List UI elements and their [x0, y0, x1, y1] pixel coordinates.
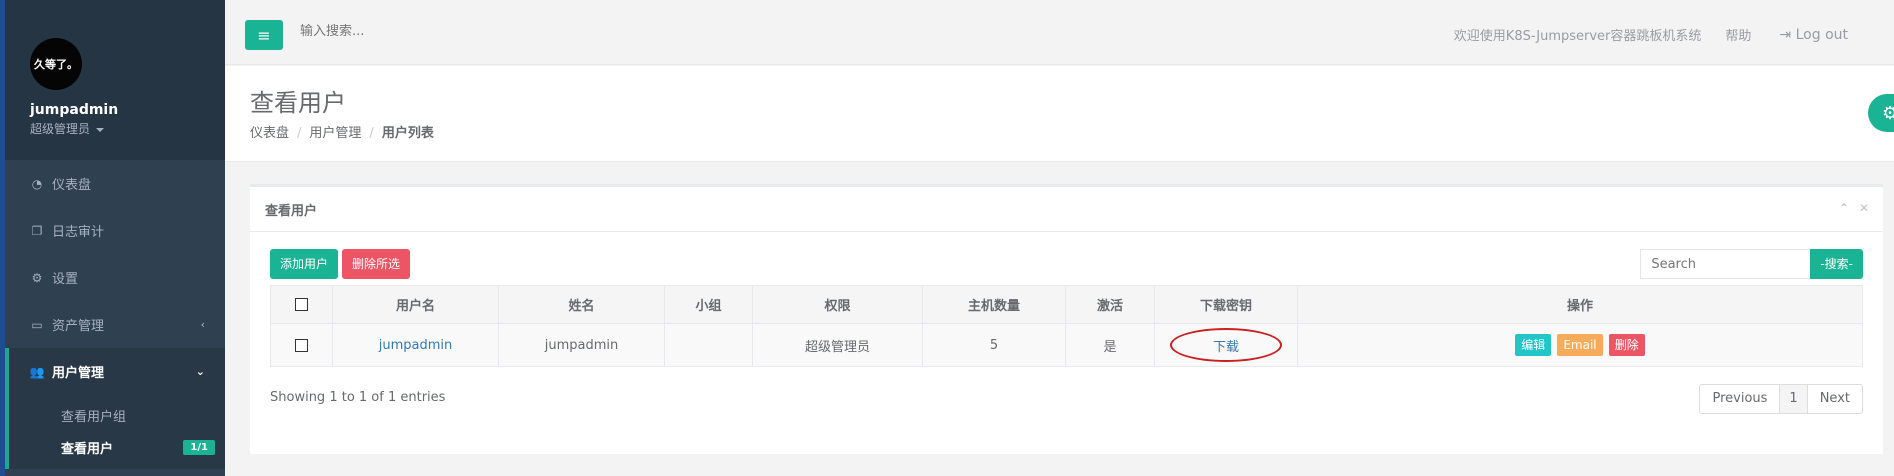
count-badge: 1/1 [183, 439, 215, 455]
caret-down-icon [96, 127, 105, 132]
table-row: jumpadmin jumpadmin 超级管理员 5 是 下载 编辑 Emai… [270, 323, 1863, 367]
column-header-download-key[interactable]: 下载密钥 [1154, 285, 1298, 324]
add-user-button[interactable]: 添加用户 [270, 249, 339, 279]
dashboard-icon: ◔ [31, 176, 43, 191]
sign-out-icon: ⇥ [1779, 26, 1796, 43]
panel-title: 查看用户 [265, 203, 318, 219]
column-header-group[interactable]: 小组 [664, 285, 753, 324]
sidebar-item-asset-management[interactable]: ▭ 资产管理 ‹ [5, 301, 225, 348]
breadcrumb-separator: / [297, 126, 302, 141]
row-select-cell [270, 323, 333, 367]
logout-label: Log out [1795, 26, 1848, 43]
sidebar: 久等了。 jumpadmin 超级管理员 ◔ 仪表盘 ❐ 日志审计 ⚙ 设置 ▭… [5, 0, 225, 476]
breadcrumb-separator: / [369, 126, 374, 141]
sidebar-item-user-management[interactable]: 👥 用户管理 ⌄ [5, 348, 225, 395]
column-header-username[interactable]: 用户名 [332, 285, 499, 324]
username-link[interactable]: jumpadmin [379, 338, 453, 353]
top-navbar: ≡ 欢迎使用K8S-Jumpserver容器跳板机系统 帮助 ⇥ Log out [225, 0, 1894, 65]
table-info: Showing 1 to 1 of 1 entries [270, 390, 446, 405]
table-toolbar: 添加用户 删除所选 [270, 249, 411, 279]
help-link[interactable]: 帮助 [1725, 25, 1751, 44]
column-header-actions: 操作 [1297, 285, 1863, 324]
sidebar-subitem-view-users[interactable]: 查看用户 1/1 [9, 431, 225, 463]
email-button[interactable]: Email [1557, 334, 1603, 356]
bars-icon: ≡ [257, 25, 271, 45]
pagination-previous[interactable]: Previous [1699, 384, 1781, 414]
pagination-page[interactable]: 1 [1779, 384, 1808, 414]
search-input[interactable] [1640, 249, 1811, 279]
sidebar-item-label: 仪表盘 [52, 178, 92, 193]
theme-config-button[interactable]: ⚙ [1868, 94, 1894, 132]
row-checkbox[interactable] [295, 338, 308, 352]
chevron-up-icon[interactable]: ⌃ [1839, 201, 1849, 215]
sidebar-item-label: 设置 [52, 272, 79, 287]
delete-button[interactable]: 删除 [1608, 334, 1645, 356]
sidebar-item-label: 资产管理 [52, 319, 105, 334]
sidebar-subitem-view-user-groups[interactable]: 查看用户组 [9, 399, 225, 431]
name-cell: jumpadmin [498, 323, 665, 367]
profile-role-label: 超级管理员 [30, 122, 91, 136]
users-table: 用户名 姓名 小组 权限 主机数量 激活 下载密钥 操作 jumpadmin j… [270, 285, 1863, 367]
select-all-checkbox[interactable] [295, 298, 308, 311]
sidebar-item-settings[interactable]: ⚙ 设置 [5, 254, 225, 301]
table-search: -搜索- [1640, 249, 1863, 279]
user-management-submenu: 查看用户组 查看用户 1/1 [5, 395, 225, 469]
breadcrumb-dashboard[interactable]: 仪表盘 [250, 126, 289, 141]
chevron-left-icon: ‹ [200, 318, 205, 331]
role-cell: 超级管理员 [752, 323, 923, 367]
download-key-cell: 下载 [1154, 323, 1298, 367]
panel-tools: ⌃ ✕ [1829, 201, 1869, 215]
select-all-header [270, 285, 333, 324]
gear-icon: ⚙ [1882, 102, 1894, 124]
avatar[interactable]: 久等了。 [30, 38, 82, 90]
breadcrumb-user-management[interactable]: 用户管理 [309, 126, 361, 141]
profile-header: 久等了。 jumpadmin 超级管理员 [5, 0, 225, 160]
sidebar-item-label: 日志审计 [52, 225, 105, 240]
group-cell [664, 323, 753, 367]
chevron-down-icon: ⌄ [195, 365, 205, 378]
gears-icon: ⚙ [31, 270, 43, 285]
username-cell: jumpadmin [332, 323, 499, 367]
sidebar-item-label: 用户管理 [52, 366, 105, 381]
sidebar-subitem-label: 查看用户 [61, 441, 114, 457]
column-header-active[interactable]: 激活 [1065, 285, 1155, 324]
panel-header: 查看用户 ⌃ ✕ [250, 187, 1883, 232]
logout-link[interactable]: ⇥ Log out [1779, 27, 1848, 43]
active-cell: 是 [1065, 323, 1155, 367]
page-title: 查看用户 [250, 89, 346, 117]
pagination: Previous 1 Next [1699, 384, 1863, 414]
search-button[interactable]: -搜索- [1810, 249, 1863, 279]
close-icon[interactable]: ✕ [1859, 201, 1869, 215]
pagination-next[interactable]: Next [1806, 384, 1863, 414]
highlight-circle-annotation [1170, 328, 1282, 362]
page-heading: 查看用户 仪表盘 / 用户管理 / 用户列表 ⚙ [225, 66, 1894, 162]
column-header-role[interactable]: 权限 [752, 285, 923, 324]
top-right-links: 欢迎使用K8S-Jumpserver容器跳板机系统 帮助 ⇥ Log out [1453, 25, 1848, 45]
edit-button[interactable]: 编辑 [1515, 334, 1552, 356]
breadcrumb: 仪表盘 / 用户管理 / 用户列表 [250, 122, 434, 141]
breadcrumb-user-list: 用户列表 [381, 126, 434, 141]
profile-role-dropdown[interactable]: 超级管理员 [30, 120, 225, 137]
menu-toggle-button[interactable]: ≡ [245, 20, 283, 50]
sidebar-item-dashboard[interactable]: ◔ 仪表盘 [5, 160, 225, 207]
users-icon: 👥 [29, 364, 45, 379]
copy-icon: ❐ [31, 223, 43, 238]
column-header-name[interactable]: 姓名 [498, 285, 665, 324]
host-count-cell: 5 [922, 323, 1066, 367]
delete-selected-button[interactable]: 删除所选 [342, 249, 411, 279]
hdd-icon: ▭ [31, 317, 43, 332]
profile-username: jumpadmin [30, 102, 119, 118]
column-header-host-count[interactable]: 主机数量 [922, 285, 1066, 324]
actions-cell: 编辑 Email 删除 [1297, 323, 1863, 367]
sidebar-item-audit-log[interactable]: ❐ 日志审计 [5, 207, 225, 254]
welcome-text: 欢迎使用K8S-Jumpserver容器跳板机系统 [1453, 29, 1702, 44]
sidebar-subitem-label: 查看用户组 [61, 409, 127, 425]
table-header-row: 用户名 姓名 小组 权限 主机数量 激活 下载密钥 操作 [270, 285, 1863, 324]
top-search-input[interactable] [300, 24, 600, 39]
users-panel: 查看用户 ⌃✕ 添加用户 删除所选 -搜索- 用户名 姓名 小组 权限 主机数量… [250, 184, 1883, 454]
